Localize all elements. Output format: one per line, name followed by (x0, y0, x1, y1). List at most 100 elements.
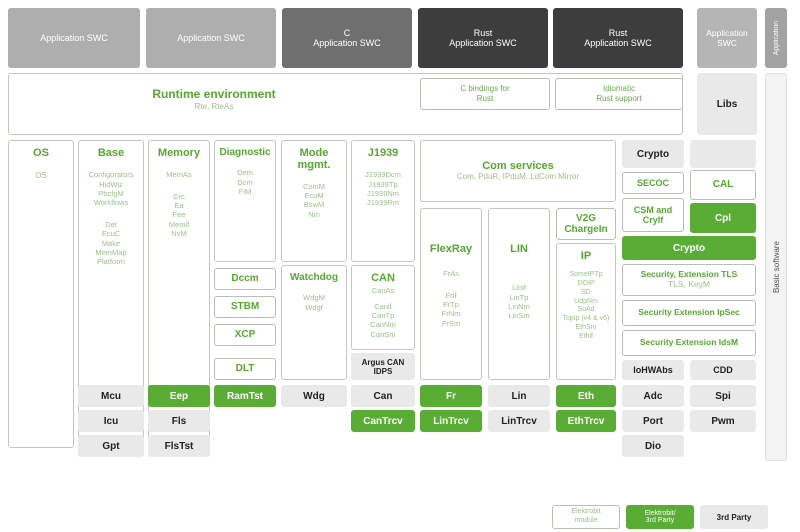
driver-mcu[interactable]: Mcu (78, 385, 144, 407)
driver-pwm[interactable]: Pwm (690, 410, 756, 432)
csm-line2: CryIf (642, 215, 664, 225)
idiomatic-line1: Idiomatic (602, 84, 635, 94)
driver-label: Wdg (303, 390, 325, 402)
driver-dio[interactable]: Dio (622, 435, 684, 457)
dccm-label: Dccm (231, 273, 259, 285)
c-bindings-for-rust-box[interactable]: C bindings for Rust (420, 78, 550, 110)
diagnostic-panel[interactable]: Diagnostic Dem Dcm FiM (214, 140, 276, 262)
can-panel[interactable]: CAN CanAs Canif CanTp CanNm CanSm (351, 265, 415, 350)
driver-ramtst[interactable]: RamTst (214, 385, 276, 407)
driver-label: EthTrcv (567, 415, 605, 427)
legend-line2: module (574, 517, 598, 524)
driver-lintrcv[interactable]: LinTrcv (488, 410, 550, 432)
driver-can[interactable]: Can (351, 385, 415, 407)
ip-item: EthSm (575, 323, 597, 331)
driver-icu[interactable]: Icu (78, 410, 144, 432)
security-tls-line2: TLS, KeyM (667, 279, 711, 290)
security-extension-idsm-box[interactable]: Security Extension IdsM (622, 330, 756, 356)
argus-can-idps-box[interactable]: Argus CAN IDPS (351, 353, 415, 380)
cal-box[interactable]: CAL (690, 170, 756, 200)
base-item: MemMap (95, 247, 127, 257)
application-swc-1[interactable]: Application SWC (8, 8, 140, 68)
driver-label: CanTrcv (363, 415, 403, 427)
crypto-green-box[interactable]: Crypto (622, 236, 756, 260)
cpl-box[interactable]: Cpl (690, 203, 756, 233)
can-item: CanSm (370, 329, 396, 339)
mode-management-panel[interactable]: Mode mgmt. ComM EcuM BswM Nm (281, 140, 347, 262)
driver-fls[interactable]: Fls (148, 410, 210, 432)
j1939-panel[interactable]: J1939 J1939Dcm J1939Tp J1939Nm J1939Rm (351, 140, 415, 262)
runtime-environment-title-group: Runtime environment Rte, RteAs (8, 80, 420, 120)
idiomatic-line2: Rust support (596, 94, 642, 103)
can-item: CanTp (371, 311, 395, 321)
legend-elektrobit-3rd-party: Elektrobit/ 3rd Party (626, 505, 694, 529)
driver-eep[interactable]: Eep (148, 385, 210, 407)
driver-label: Gpt (102, 440, 120, 452)
driver-spi[interactable]: Spi (690, 385, 756, 407)
xcp-box[interactable]: XCP (214, 324, 276, 346)
legend-elektrobit-module: Elektrobit module (552, 505, 620, 529)
security-extension-tls-box[interactable]: Security, Extension TLS TLS, KeyM (622, 264, 756, 296)
watchdog-panel[interactable]: Watchdog WdgM Wdgf (281, 265, 347, 380)
crypto-grey-label: Crypto (636, 148, 670, 160)
cal-placeholder-box (690, 140, 756, 168)
driver-gpt[interactable]: Gpt (78, 435, 144, 457)
ip-panel[interactable]: IP SomeIPTp DOIP SD UdpNm SoAd TcpIp (v4… (556, 243, 616, 380)
v2g-line2: ChargeIn (564, 224, 608, 235)
can-item: CanNm (370, 320, 396, 330)
base-group-1: Configurators HidWiz PbcfgM Workflows (88, 170, 133, 208)
v2g-line1: V2G (575, 212, 596, 224)
mode-management-item: BswM (303, 200, 325, 210)
application-swc-6[interactable]: Application SWC (697, 8, 757, 68)
driver-wdg[interactable]: Wdg (281, 385, 347, 407)
lin-panel[interactable]: LIN Linif LinTp LinNm LinSm (488, 208, 550, 380)
flexray-panel[interactable]: FlexRay FrAs Frif FrTp FrNm FrSm (420, 208, 482, 380)
driver-lintrcv-green[interactable]: LinTrcv (420, 410, 482, 432)
lin-item: Linif (512, 283, 526, 293)
secoc-label: SECOC (636, 177, 669, 188)
side-label-basic-software: Basic software (765, 73, 787, 461)
application-swc-rust-1[interactable]: Rust Application SWC (418, 8, 548, 68)
lin-items: Linif LinTp LinNm LinSm (508, 283, 530, 321)
driver-lin[interactable]: Lin (488, 385, 550, 407)
lin-title: LIN (510, 243, 528, 255)
application-swc-c[interactable]: C Application SWC (282, 8, 412, 68)
driver-flstst[interactable]: FlsTst (148, 435, 210, 457)
application-swc-rust-2[interactable]: Rust Application SWC (553, 8, 683, 68)
security-extension-ipsec-box[interactable]: Security Extension IpSec (622, 300, 756, 326)
driver-label: FlsTst (164, 440, 194, 452)
v2g-chargein-box[interactable]: V2G ChargeIn (556, 208, 616, 240)
driver-adc[interactable]: Adc (622, 385, 684, 407)
dlt-box[interactable]: DLT (214, 358, 276, 380)
driver-cantrcv[interactable]: CanTrcv (351, 410, 415, 432)
flexray-item: Frif (445, 290, 457, 300)
libs-box[interactable]: Libs (697, 73, 757, 135)
crypto-grey-box[interactable]: Crypto (622, 140, 684, 168)
cdd-box[interactable]: CDD (690, 360, 756, 380)
os-panel[interactable]: OS OS (8, 140, 74, 448)
idiomatic-rust-support-box[interactable]: Idiomatic Rust support (555, 78, 683, 110)
driver-ethtrcv[interactable]: EthTrcv (556, 410, 616, 432)
ip-title: IP (580, 250, 592, 262)
legend-3rd-party: 3rd Party (700, 505, 768, 529)
driver-fr[interactable]: Fr (420, 385, 482, 407)
can-group-1: CanAs (372, 286, 395, 295)
driver-label: Fls (171, 415, 187, 427)
security-tls-line1: Security, Extension TLS (640, 268, 738, 279)
ip-item: SomeIPTp (569, 271, 603, 279)
memory-item: Ea (174, 201, 184, 211)
memory-item: MemAs (166, 170, 192, 180)
csm-and-cryif-box[interactable]: CSM and CryIf (622, 198, 684, 232)
runtime-environment-title: Runtime environment (152, 87, 276, 102)
iohwabs-box[interactable]: IoHWAbs (622, 360, 684, 380)
com-services-panel[interactable]: Com services Com, PduR, IPduM, LdCom Mir… (420, 140, 616, 202)
driver-eth[interactable]: Eth (556, 385, 616, 407)
ip-item: TcpIp (v4 & v6) (562, 315, 610, 323)
application-swc-2[interactable]: Application SWC (146, 8, 276, 68)
stbm-box[interactable]: STBM (214, 296, 276, 318)
flexray-item: FrNm (441, 309, 461, 319)
dccm-box[interactable]: Dccm (214, 268, 276, 290)
driver-port[interactable]: Port (622, 410, 684, 432)
driver-label: Spi (715, 390, 731, 402)
secoc-box[interactable]: SECOC (622, 172, 684, 194)
